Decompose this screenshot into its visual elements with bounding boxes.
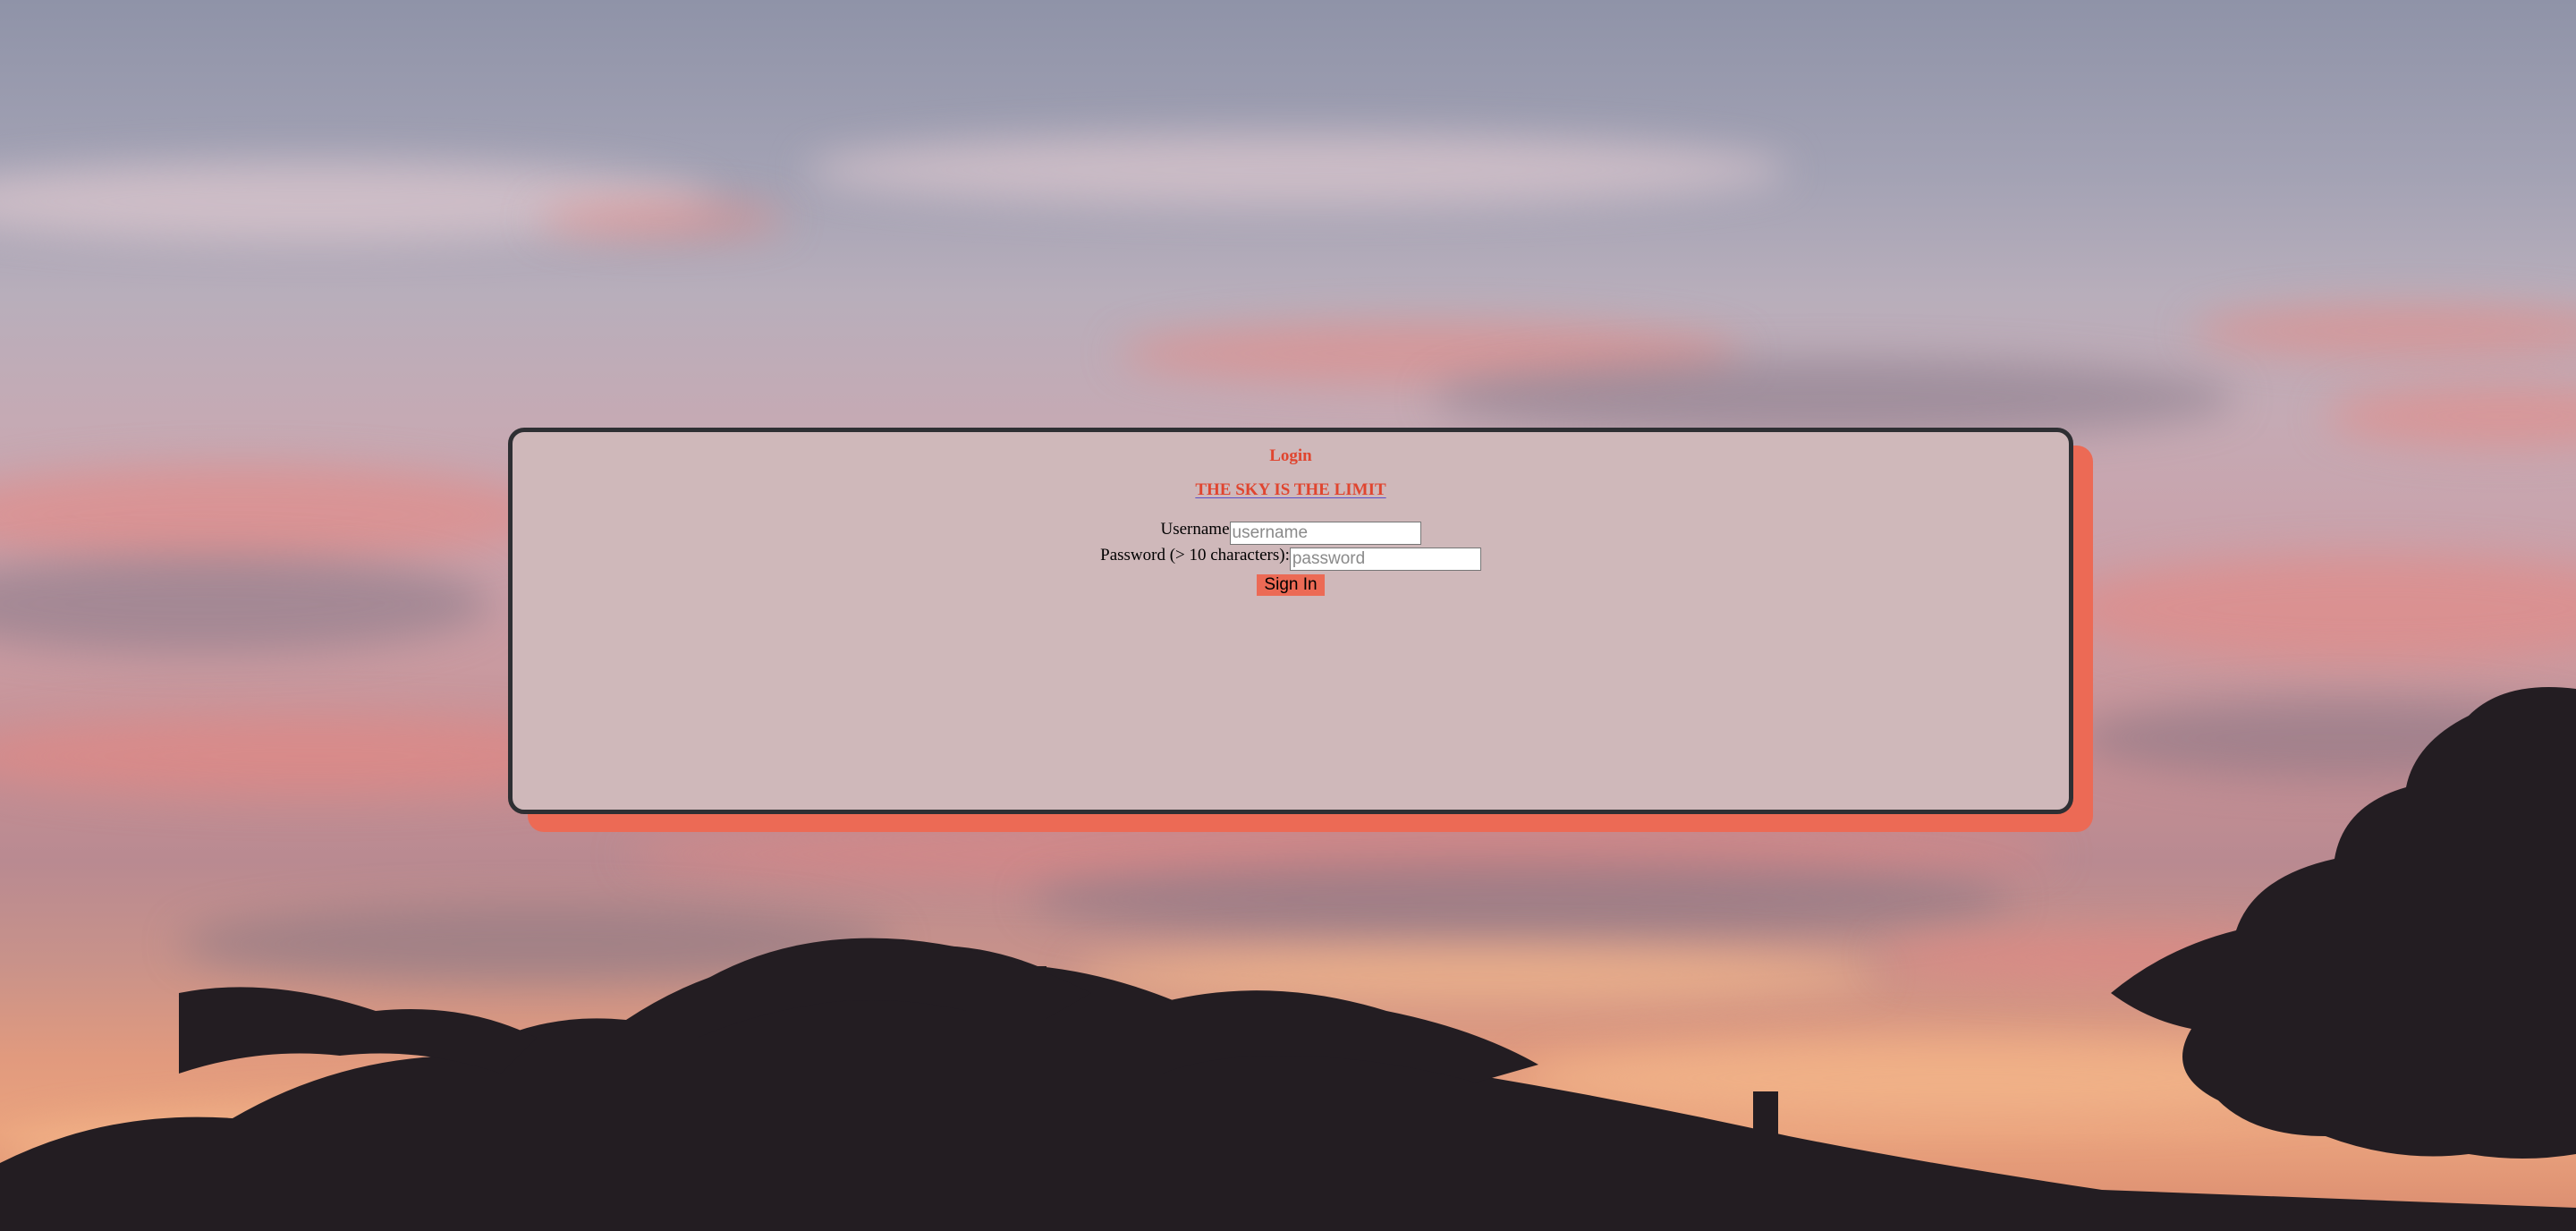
tagline-link[interactable]: THE SKY IS THE LIMIT xyxy=(1195,480,1385,500)
login-form: Username Password (> 10 characters): Sig… xyxy=(513,520,2069,598)
username-input[interactable] xyxy=(1229,521,1421,545)
username-row: Username xyxy=(513,520,2069,546)
password-input[interactable] xyxy=(1289,547,1481,571)
password-label: Password (> 10 characters): xyxy=(1100,546,1290,565)
username-label: Username xyxy=(1160,520,1230,539)
signin-row: Sign In xyxy=(513,572,2069,598)
password-row: Password (> 10 characters): xyxy=(513,546,2069,572)
login-panel: Login THE SKY IS THE LIMIT Username Pass… xyxy=(508,428,2073,814)
login-title: Login xyxy=(1269,446,1312,465)
sign-in-button[interactable]: Sign In xyxy=(1257,573,1325,596)
